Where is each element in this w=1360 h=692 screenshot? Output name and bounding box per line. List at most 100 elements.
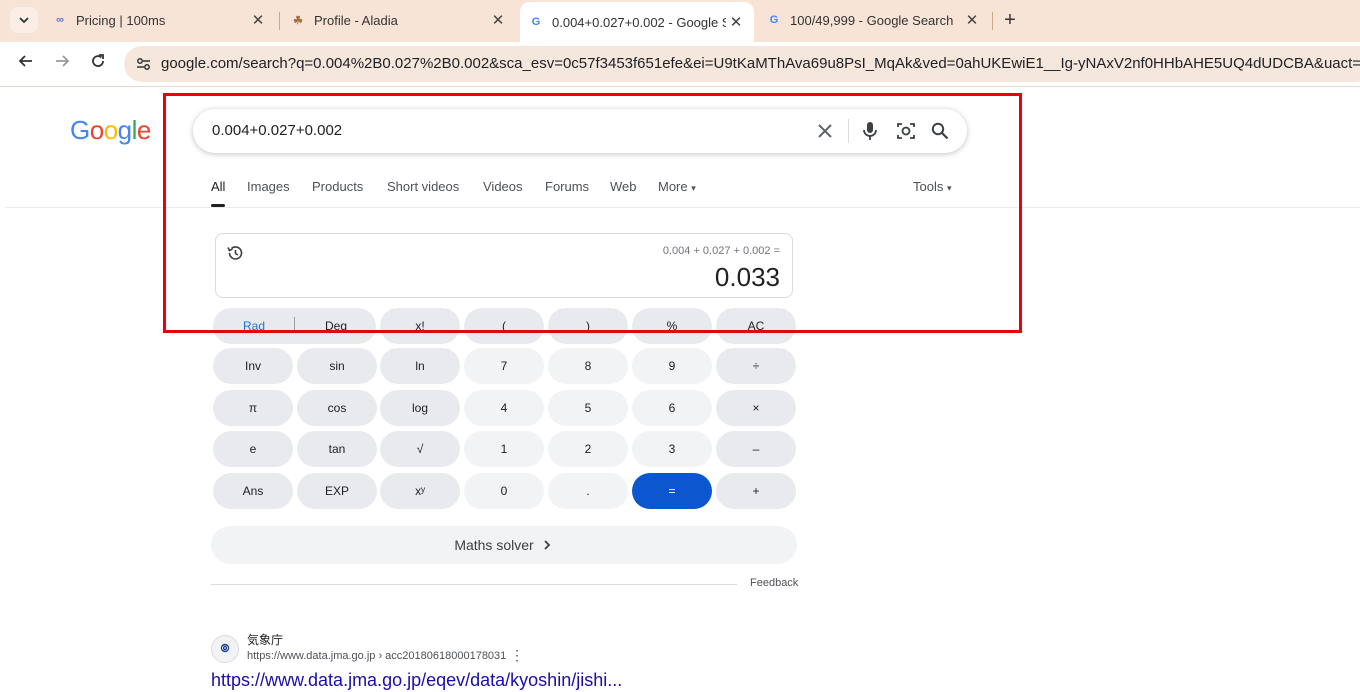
ans-key[interactable]: Ans xyxy=(213,473,293,509)
tab-pricing[interactable]: ∞ Pricing | 100ms ✕ xyxy=(44,0,276,40)
cos-key[interactable]: cos xyxy=(297,390,377,426)
tab-images[interactable]: Images xyxy=(247,179,290,194)
more-options-icon[interactable]: ⋮ xyxy=(510,647,524,664)
plus-key[interactable]: + xyxy=(716,473,796,509)
rad-option[interactable]: Rad xyxy=(243,319,265,333)
reload-button[interactable] xyxy=(86,52,110,76)
close-icon[interactable]: ✕ xyxy=(248,11,268,29)
tab-divider xyxy=(279,12,280,30)
infinity-icon: ∞ xyxy=(56,14,64,26)
deg-option[interactable]: Deg xyxy=(325,319,347,333)
eight-key[interactable]: 8 xyxy=(548,348,628,384)
close-icon[interactable]: ✕ xyxy=(726,13,746,31)
lparen-key[interactable]: ( xyxy=(464,308,544,344)
calculator-display: 0.004 + 0.027 + 0.002 = 0.033 xyxy=(215,233,793,298)
equals-key[interactable]: = xyxy=(632,473,712,509)
tab-web[interactable]: Web xyxy=(610,179,637,194)
toggle-divider xyxy=(294,317,295,333)
factorial-key[interactable]: x! xyxy=(380,308,460,344)
pi-key[interactable]: π xyxy=(213,390,293,426)
multiply-key[interactable]: × xyxy=(716,390,796,426)
result-title-link[interactable]: https://www.data.jma.go.jp/eqev/data/kyo… xyxy=(211,670,622,691)
exp-key[interactable]: EXP xyxy=(297,473,377,509)
tan-key[interactable]: tan xyxy=(297,431,377,467)
tab-more[interactable]: More ▾ xyxy=(658,179,696,194)
one-key[interactable]: 1 xyxy=(464,431,544,467)
zero-key[interactable]: 0 xyxy=(464,473,544,509)
rparen-key[interactable]: ) xyxy=(548,308,628,344)
nine-key[interactable]: 9 xyxy=(632,348,712,384)
close-icon[interactable]: ✕ xyxy=(962,11,982,29)
caret-down-icon: ▾ xyxy=(691,183,696,193)
seven-key[interactable]: 7 xyxy=(464,348,544,384)
tab-strip: ∞ Pricing | 100ms ✕ ☘ Profile - Aladia ✕… xyxy=(0,0,1360,42)
six-key[interactable]: 6 xyxy=(632,390,712,426)
tab-search-button[interactable] xyxy=(10,7,38,33)
tools-button[interactable]: Tools ▾ xyxy=(913,179,952,194)
browser-toolbar: google.com/search?q=0.004%2B0.027%2B0.00… xyxy=(0,42,1360,87)
result-site-name[interactable]: 気象庁 xyxy=(247,631,283,648)
tab-short-videos[interactable]: Short videos xyxy=(387,179,459,194)
result-url[interactable]: https://www.data.jma.go.jp › acc20180618… xyxy=(247,650,506,662)
log-key[interactable]: log xyxy=(380,390,460,426)
microphone-icon[interactable] xyxy=(859,120,881,142)
site-settings-icon[interactable] xyxy=(134,54,154,74)
search-box[interactable]: 0.004+0.027+0.002 xyxy=(193,109,967,153)
sqrt-key[interactable]: √ xyxy=(380,431,460,467)
tab-products[interactable]: Products xyxy=(312,179,363,194)
tab-forums[interactable]: Forums xyxy=(545,179,589,194)
new-tab-button[interactable]: + xyxy=(998,9,1022,33)
forward-button[interactable] xyxy=(50,52,74,76)
tab-title: Pricing | 100ms xyxy=(76,12,166,28)
feedback-link[interactable]: Feedback xyxy=(750,577,798,589)
close-icon[interactable]: ✕ xyxy=(488,11,508,29)
tab-divider xyxy=(992,12,993,30)
divide-key[interactable]: ÷ xyxy=(716,348,796,384)
minus-key[interactable]: – xyxy=(716,431,796,467)
google-logo[interactable]: Google xyxy=(70,115,151,146)
inv-key[interactable]: Inv xyxy=(213,348,293,384)
tab-google-search[interactable]: G 100/49,999 - Google Search ✕ xyxy=(758,0,990,40)
history-icon[interactable] xyxy=(226,244,244,262)
arrow-right-icon xyxy=(56,55,70,67)
search-icon[interactable] xyxy=(929,120,951,142)
address-bar[interactable]: google.com/search?q=0.004%2B0.027%2B0.00… xyxy=(124,46,1360,82)
ln-key[interactable]: ln xyxy=(380,348,460,384)
chevron-right-icon xyxy=(544,540,550,550)
search-page: Google 0.004+0.027+0.002 All Images Prod… xyxy=(0,87,1360,692)
percent-key[interactable]: % xyxy=(632,308,712,344)
power-key[interactable]: xʸ xyxy=(380,473,460,509)
decimal-key[interactable]: . xyxy=(548,473,628,509)
tab-aladia[interactable]: ☘ Profile - Aladia ✕ xyxy=(282,0,516,40)
five-key[interactable]: 5 xyxy=(548,390,628,426)
tab-title: 100/49,999 - Google Search xyxy=(790,12,954,28)
url-text: google.com/search?q=0.004%2B0.027%2B0.00… xyxy=(161,55,1360,72)
google-g-icon: G xyxy=(769,14,779,26)
sin-key[interactable]: sin xyxy=(297,348,377,384)
rad-deg-toggle[interactable]: Rad Deg xyxy=(213,308,376,344)
calc-result: 0.033 xyxy=(714,262,780,292)
tab-google-calc[interactable]: G 0.004+0.027+0.002 - Google S ✕ xyxy=(520,2,754,42)
aladia-icon: ☘ xyxy=(293,14,303,27)
ac-key[interactable]: AC xyxy=(716,308,796,344)
four-key[interactable]: 4 xyxy=(464,390,544,426)
tab-title: Profile - Aladia xyxy=(314,12,398,28)
chevron-down-icon xyxy=(19,17,29,24)
arrow-left-icon xyxy=(18,55,32,67)
calc-expression: 0.004 + 0.027 + 0.002 = xyxy=(662,245,780,257)
tab-videos[interactable]: Videos xyxy=(483,179,523,194)
maths-solver-label: Maths solver xyxy=(454,537,534,553)
google-g-icon: G xyxy=(531,16,541,28)
clear-icon[interactable] xyxy=(814,120,836,142)
back-button[interactable] xyxy=(14,52,38,76)
header-divider xyxy=(5,207,1360,208)
search-input[interactable]: 0.004+0.027+0.002 xyxy=(212,122,342,139)
camera-search-icon[interactable] xyxy=(895,120,917,142)
two-key[interactable]: 2 xyxy=(548,431,628,467)
tab-all[interactable]: All xyxy=(211,179,226,207)
tab-title: 0.004+0.027+0.002 - Google S xyxy=(552,14,726,30)
maths-solver-button[interactable]: Maths solver xyxy=(211,526,797,564)
site-favicon: ⦾ xyxy=(211,635,239,663)
three-key[interactable]: 3 xyxy=(632,431,712,467)
e-key[interactable]: e xyxy=(213,431,293,467)
